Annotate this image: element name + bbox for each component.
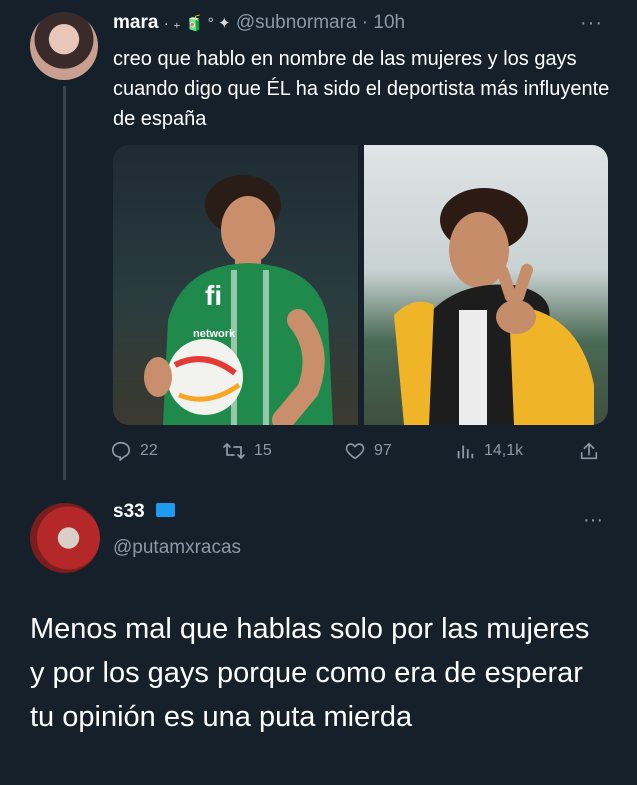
tweet-text: Menos mal que hablas solo por las mujere…	[30, 613, 590, 733]
author-handle[interactable]: @subnormara	[236, 12, 357, 33]
views-button[interactable]: 14,1k	[454, 440, 578, 462]
more-options-icon[interactable]: ···	[583, 509, 603, 532]
flag-badge-icon	[155, 502, 175, 517]
author-name[interactable]: s33	[113, 501, 145, 522]
football-player-illustration: fi network	[144, 175, 333, 425]
avatar[interactable]	[30, 12, 98, 80]
author-name[interactable]: mara	[113, 12, 158, 33]
svg-text:fi: fi	[205, 280, 222, 311]
tweet-actions: 22 15 97 14,1k	[110, 437, 610, 465]
reply-tweet[interactable]: s33 ··· @putamxracas Menos mal que habla…	[0, 485, 637, 785]
media-image-right[interactable]	[363, 145, 608, 425]
author-handle[interactable]: @putamxracas	[113, 537, 241, 559]
tweet-time[interactable]: · 10h	[362, 12, 405, 33]
analytics-icon	[457, 445, 474, 459]
share-button[interactable]	[578, 440, 600, 462]
tweet-header: mara · ₊ 🧃 ° ✦ @subnormara · 10h	[113, 10, 405, 37]
heart-icon	[345, 443, 365, 460]
like-count: 97	[374, 442, 392, 459]
share-icon	[580, 442, 598, 460]
reply-icon	[111, 441, 131, 461]
svg-text:network: network	[193, 328, 236, 340]
retweet-button[interactable]: 15	[222, 440, 344, 462]
like-button[interactable]: 97	[344, 440, 454, 462]
tweet-text: creo que hablo en nombre de las mujeres …	[113, 48, 610, 130]
thread-line	[63, 86, 66, 480]
media-image-left[interactable]: fi network	[113, 145, 358, 425]
retweet-icon	[223, 443, 245, 459]
retweet-count: 15	[254, 442, 272, 459]
reply-button[interactable]: 22	[110, 440, 222, 462]
author-name-row: s33	[113, 501, 175, 523]
name-decoration: · ₊ 🧃 ° ✦	[163, 15, 231, 32]
tweet-media[interactable]: fi network	[113, 145, 608, 425]
view-count: 14,1k	[484, 442, 524, 459]
original-tweet[interactable]: mara · ₊ 🧃 ° ✦ @subnormara · 10h ··· cre…	[0, 0, 637, 480]
avatar[interactable]	[30, 503, 100, 573]
more-options-icon[interactable]: ···	[580, 12, 603, 35]
reply-count: 22	[140, 442, 158, 459]
young-man-illustration	[393, 188, 594, 425]
